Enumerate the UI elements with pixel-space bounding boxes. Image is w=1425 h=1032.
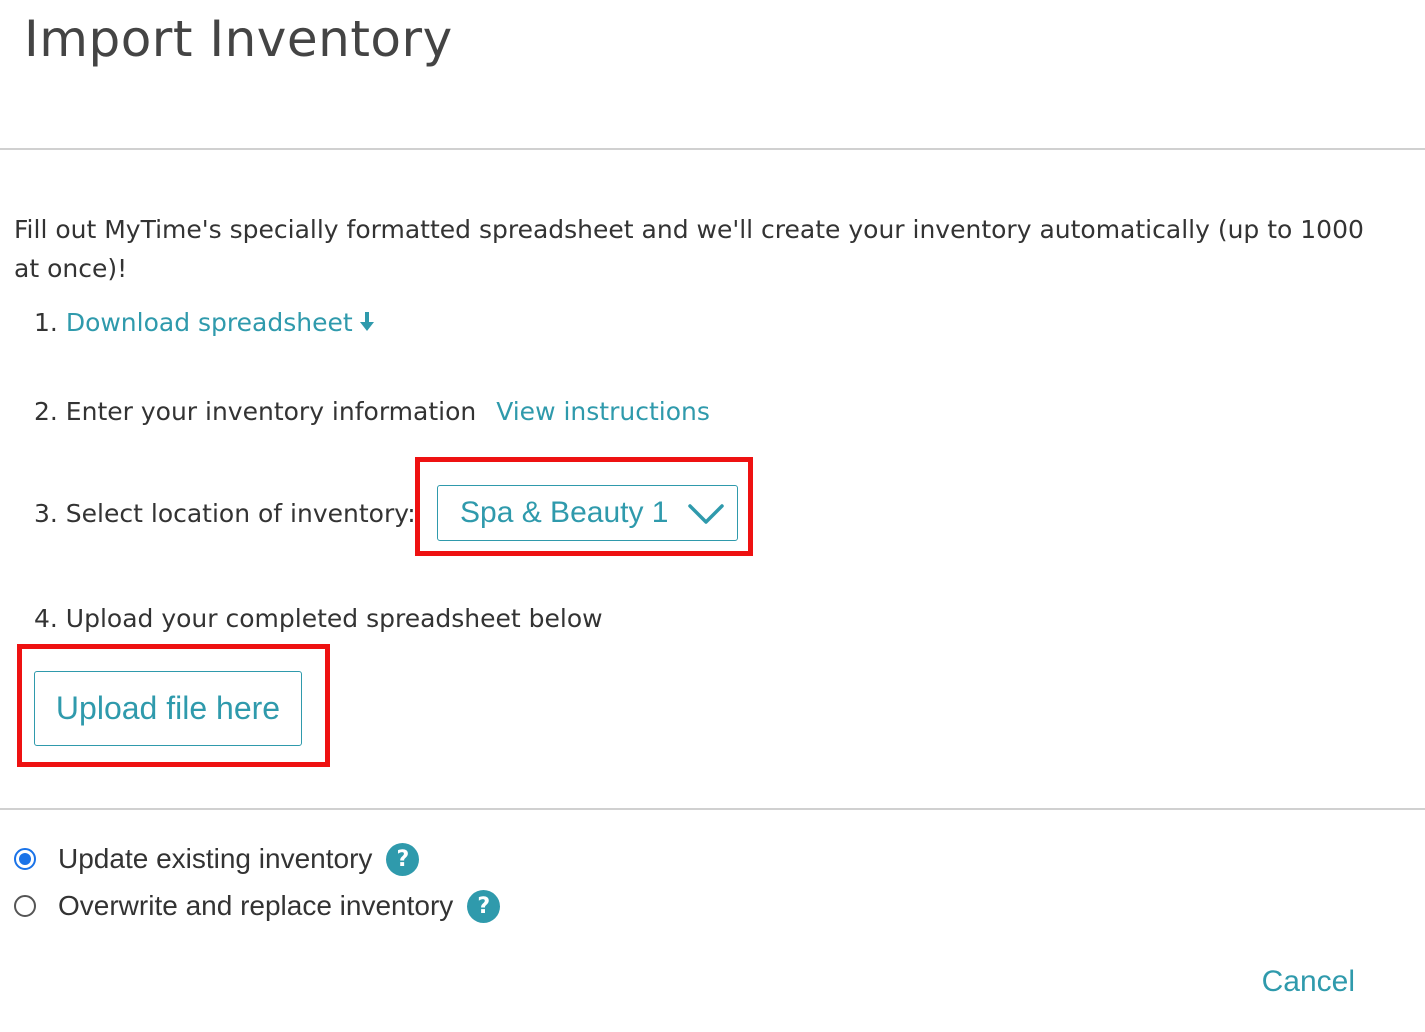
view-instructions-link[interactable]: View instructions: [496, 397, 710, 426]
chevron-down-icon: [687, 503, 725, 529]
download-spreadsheet-link[interactable]: Download spreadsheet: [66, 308, 375, 337]
step-label: 2. Enter your inventory information: [34, 397, 477, 426]
step-label: 3. Select location of inventory:: [34, 499, 416, 528]
download-arrow-icon: [359, 310, 375, 339]
options-divider: [0, 808, 1425, 810]
download-spreadsheet-label: Download spreadsheet: [65, 308, 353, 337]
location-select-value: Spa & Beauty 1: [460, 496, 669, 529]
help-icon[interactable]: ?: [467, 889, 501, 923]
upload-file-button[interactable]: Upload file here: [34, 671, 302, 746]
location-select[interactable]: Spa & Beauty 1: [437, 485, 738, 541]
option-label: Update existing inventory: [58, 843, 373, 874]
import-inventory-dialog: Import Inventory Fill out MyTime's speci…: [0, 0, 1425, 1032]
option-update-existing[interactable]: Update existing inventory ?: [14, 842, 420, 876]
upload-file-label: Upload file here: [55, 690, 281, 726]
option-label: Overwrite and replace inventory: [58, 890, 454, 921]
radio-overwrite-replace[interactable]: [14, 895, 36, 917]
step-select-location: 3. Select location of inventory:: [34, 499, 416, 528]
option-overwrite-replace[interactable]: Overwrite and replace inventory ?: [14, 889, 501, 923]
step-enter-info: 2. Enter your inventory information View…: [34, 397, 710, 426]
radio-update-existing[interactable]: [14, 848, 36, 870]
step-upload: 4. Upload your completed spreadsheet bel…: [34, 604, 603, 633]
intro-text: Fill out MyTime's specially formatted sp…: [14, 215, 1364, 283]
step-label: 4. Upload your completed spreadsheet bel…: [34, 604, 603, 633]
header-divider: [0, 148, 1425, 150]
step-number: 1.: [34, 308, 58, 337]
cancel-button[interactable]: Cancel: [1262, 965, 1355, 999]
help-icon[interactable]: ?: [386, 842, 420, 876]
step-download: 1. Download spreadsheet: [34, 308, 375, 339]
page-title: Import Inventory: [24, 10, 453, 68]
